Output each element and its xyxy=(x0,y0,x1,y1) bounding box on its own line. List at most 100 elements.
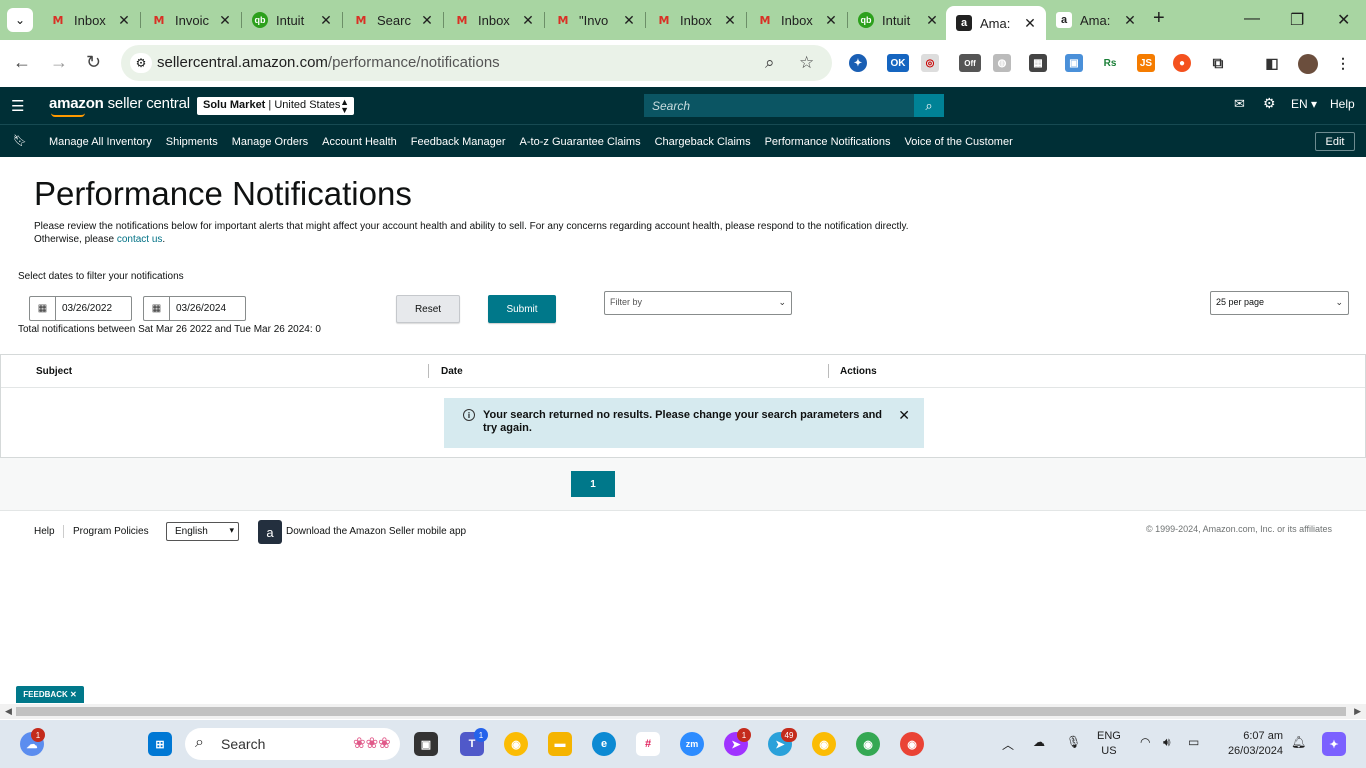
edit-nav-button[interactable]: Edit xyxy=(1315,132,1355,151)
nav-a-to-z-claims[interactable]: A-to-z Guarantee Claims xyxy=(520,136,641,148)
browser-menu-icon[interactable]: ⋮ xyxy=(1334,54,1352,72)
nav-manage-all-inventory[interactable]: Manage All Inventory xyxy=(49,136,152,148)
tab-6[interactable]: M "Invo ✕ xyxy=(545,6,645,34)
extensions-puzzle-icon[interactable]: ⧉ xyxy=(1209,54,1227,72)
chrome-profile-a-icon[interactable]: ◉ xyxy=(856,732,880,756)
chrome-icon[interactable]: ◉ xyxy=(504,732,528,756)
windows-start-icon[interactable]: ⊞ xyxy=(148,732,172,756)
tab-8[interactable]: M Inbox ✕ xyxy=(747,6,847,34)
profile-avatar[interactable] xyxy=(1298,54,1318,74)
close-tab-icon[interactable]: ✕ xyxy=(318,12,334,29)
show-hidden-icons-chevron-icon[interactable]: ︿ xyxy=(1002,736,1014,753)
end-date-field[interactable]: ▦ 03/26/2024 xyxy=(143,296,246,321)
zoom-icon[interactable]: ⌕ xyxy=(765,53,775,73)
nav-manage-orders[interactable]: Manage Orders xyxy=(232,136,308,148)
help-link[interactable]: Help xyxy=(1330,97,1355,111)
reload-icon[interactable]: ↻ xyxy=(86,52,101,73)
close-tab-icon[interactable]: ✕ xyxy=(419,12,435,29)
site-settings-icon[interactable]: ⚙ xyxy=(130,53,152,73)
tab-9[interactable]: qb Intuit ✕ xyxy=(848,6,948,34)
close-tab-icon[interactable]: ✕ xyxy=(1122,12,1138,29)
extension-qr-icon[interactable]: ▦ xyxy=(1029,54,1047,72)
calendar-icon[interactable]: ▦ xyxy=(144,297,170,320)
hamburger-menu-icon[interactable]: ☰ xyxy=(11,97,24,115)
column-date[interactable]: Date xyxy=(441,366,463,377)
nav-voice-of-customer[interactable]: Voice of the Customer xyxy=(905,136,1013,148)
close-tab-icon[interactable]: ✕ xyxy=(722,12,738,29)
nav-feedback-manager[interactable]: Feedback Manager xyxy=(411,136,506,148)
gear-icon[interactable]: ⚙ xyxy=(1263,95,1276,112)
close-tab-icon[interactable]: ✕ xyxy=(1022,15,1038,32)
file-explorer-icon[interactable]: ▬ xyxy=(548,732,572,756)
notification-bell-icon[interactable]: 🔔︎ xyxy=(1291,735,1306,749)
scroll-left-icon[interactable]: ◀ xyxy=(5,706,12,717)
extension-rs-icon[interactable]: Rs xyxy=(1101,54,1119,72)
extension-globe-icon[interactable]: ◍ xyxy=(993,54,1011,72)
close-tab-icon[interactable]: ✕ xyxy=(520,12,536,29)
tab-4[interactable]: M Searc ✕ xyxy=(343,6,443,34)
filter-by-dropdown[interactable]: Filter by ⌄ xyxy=(604,291,792,315)
seller-app-icon[interactable]: a xyxy=(258,520,282,544)
wifi-icon[interactable]: ◠ xyxy=(1140,735,1150,749)
tab-10-active[interactable]: a Ama: ✕ xyxy=(946,6,1046,40)
close-tab-icon[interactable]: ✕ xyxy=(823,12,839,29)
tab-11[interactable]: a Ama: ✕ xyxy=(1046,6,1146,34)
clock[interactable]: 6:07 am 26/03/2024 xyxy=(1220,729,1283,759)
scroll-right-icon[interactable]: ▶ xyxy=(1354,706,1361,717)
side-panel-icon[interactable]: ◧ xyxy=(1263,54,1281,72)
close-tab-icon[interactable]: ✕ xyxy=(217,12,233,29)
forward-arrow-icon[interactable]: → xyxy=(50,52,68,73)
program-policies-link[interactable]: Program Policies xyxy=(73,526,149,537)
marketplace-switcher[interactable]: Solu Market | United States ▲ ▼ xyxy=(197,97,354,115)
tab-5[interactable]: M Inbox ✕ xyxy=(444,6,544,34)
slack-icon[interactable]: # xyxy=(636,732,660,756)
contact-us-link[interactable]: contact us xyxy=(117,234,163,245)
close-icon[interactable]: ✕ xyxy=(898,407,910,424)
extension-ok-icon[interactable]: OK xyxy=(887,54,909,72)
nav-performance-notifications[interactable]: Performance Notifications xyxy=(765,136,891,148)
battery-icon[interactable]: ▭ xyxy=(1188,735,1199,749)
extension-icon[interactable]: ▣ xyxy=(1065,54,1083,72)
microphone-icon[interactable]: 🎙︎ xyxy=(1066,735,1081,749)
horizontal-scrollbar[interactable]: ◀ ▶ xyxy=(0,704,1366,719)
bookmark-icon[interactable]: 🔖︎ xyxy=(13,134,27,147)
minimize-button[interactable]: — xyxy=(1244,10,1260,28)
tab-1[interactable]: M Inbox ✕ xyxy=(40,6,140,34)
nav-account-health[interactable]: Account Health xyxy=(322,136,397,148)
close-tab-icon[interactable]: ✕ xyxy=(116,12,132,29)
language-indicator[interactable]: ENG US xyxy=(1097,729,1121,759)
bookmark-star-icon[interactable]: ☆ xyxy=(799,53,814,73)
reset-button[interactable]: Reset xyxy=(396,295,460,323)
calendar-icon[interactable]: ▦ xyxy=(30,297,56,320)
submit-button[interactable]: Submit xyxy=(488,295,556,323)
footer-help-link[interactable]: Help xyxy=(34,526,55,537)
copilot-icon[interactable]: ✦ xyxy=(1322,732,1346,756)
scrollbar-thumb[interactable] xyxy=(16,707,1346,716)
column-subject[interactable]: Subject xyxy=(36,366,72,377)
download-app-link[interactable]: Download the Amazon Seller mobile app xyxy=(286,526,466,537)
taskbar-search[interactable]: ⌕ Search ❀❀❀ xyxy=(185,728,400,760)
chrome-profile-icon[interactable]: ◉ xyxy=(812,732,836,756)
language-selector[interactable]: EN ▾ xyxy=(1291,97,1317,111)
restore-button[interactable]: ❐ xyxy=(1290,10,1304,30)
extension-off-icon[interactable]: Off xyxy=(959,54,981,72)
chrome-profile-m-icon[interactable]: ◉ xyxy=(900,732,924,756)
zoom-app-icon[interactable]: zm xyxy=(680,732,704,756)
search-icon[interactable]: ⌕ xyxy=(914,94,944,117)
nav-chargeback-claims[interactable]: Chargeback Claims xyxy=(655,136,751,148)
per-page-dropdown[interactable]: 25 per page ⌄ xyxy=(1210,291,1349,315)
feedback-tab[interactable]: FEEDBACK ✕ xyxy=(16,686,84,703)
new-tab-button[interactable]: + xyxy=(1153,7,1165,30)
header-search-input[interactable]: Search xyxy=(644,94,914,117)
nav-shipments[interactable]: Shipments xyxy=(166,136,218,148)
tab-search-button[interactable]: ⌄ xyxy=(7,8,33,32)
extension-icon[interactable]: ● xyxy=(1173,54,1191,72)
language-dropdown[interactable]: English ▾ xyxy=(166,522,239,541)
back-arrow-icon[interactable]: ← xyxy=(13,52,31,73)
tab-2[interactable]: M Invoic ✕ xyxy=(141,6,241,34)
close-window-button[interactable]: ✕ xyxy=(1337,10,1350,30)
close-tab-icon[interactable]: ✕ xyxy=(924,12,940,29)
extension-icon[interactable]: ✦ xyxy=(849,54,867,72)
start-date-field[interactable]: ▦ 03/26/2022 xyxy=(29,296,132,321)
edge-icon[interactable]: e xyxy=(592,732,616,756)
